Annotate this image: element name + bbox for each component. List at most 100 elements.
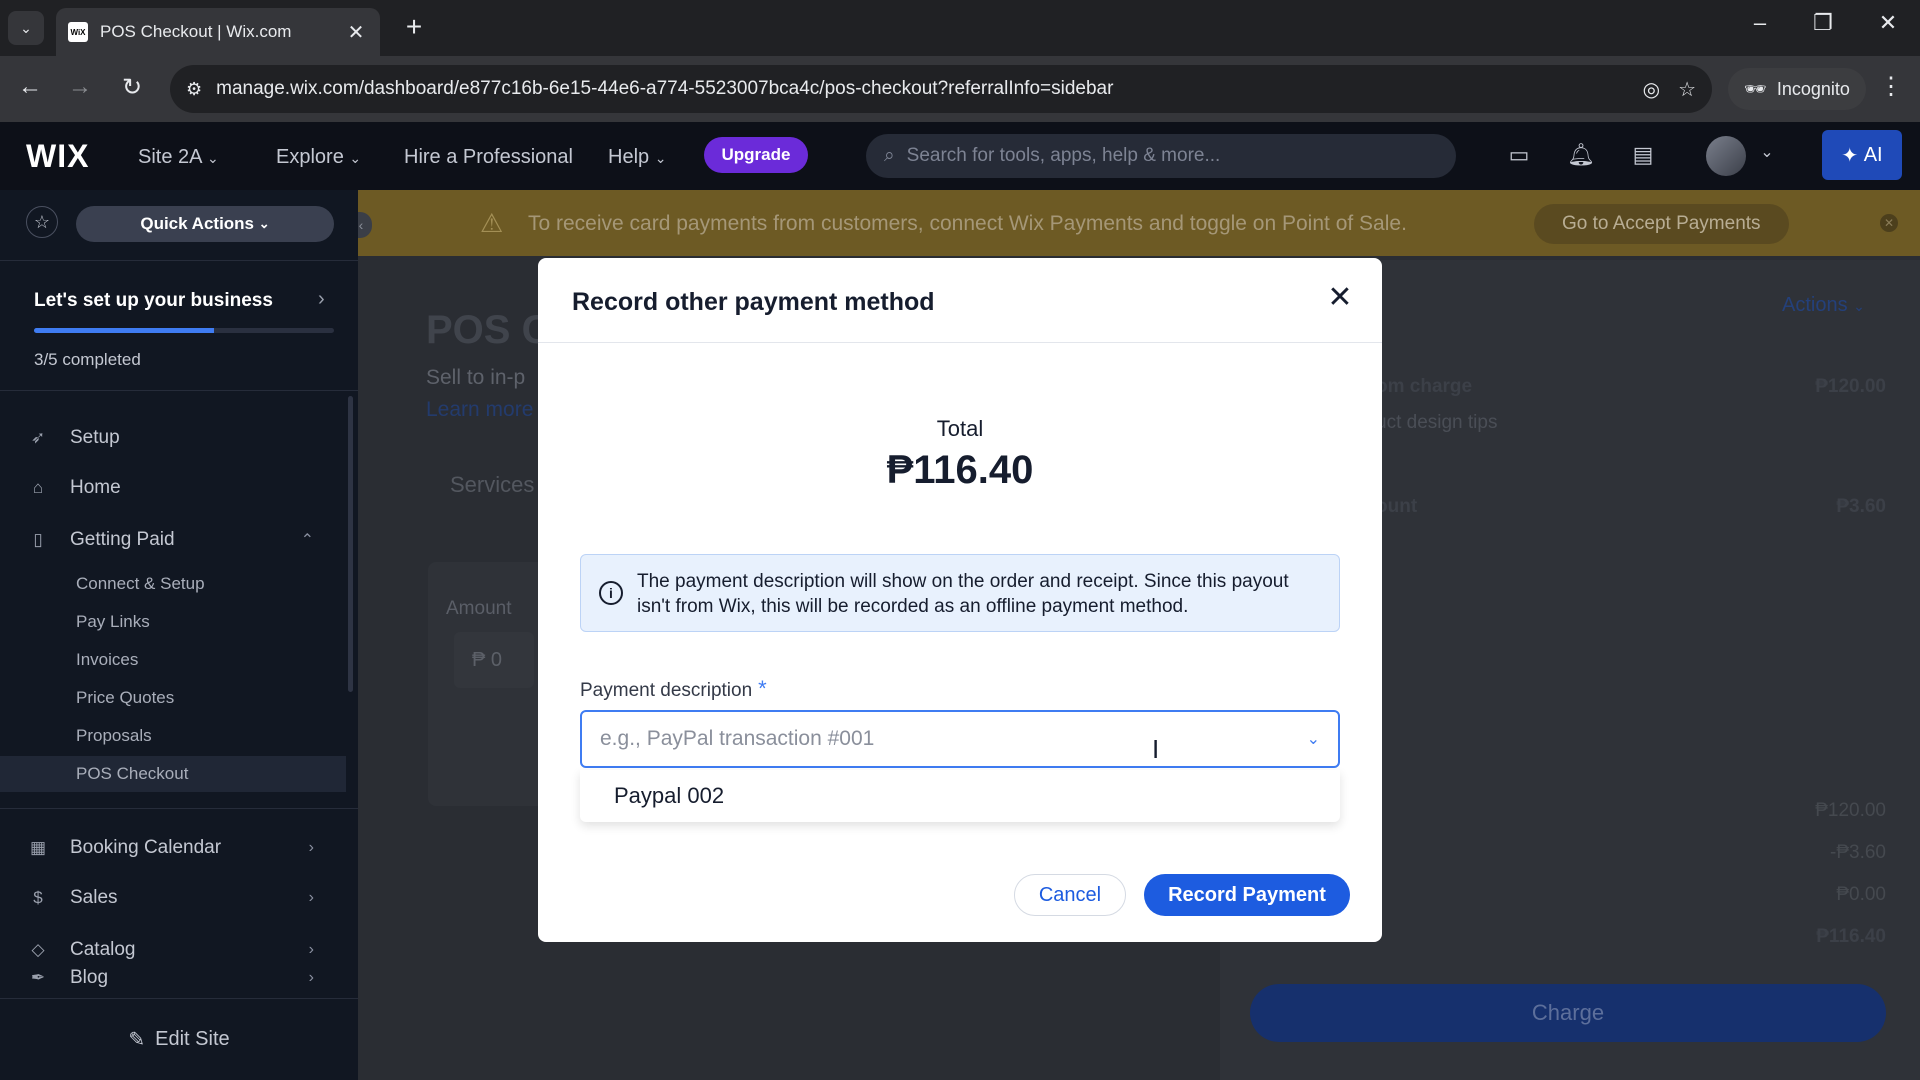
browser-tab[interactable]: WiX POS Checkout | Wix.com ✕ (56, 8, 380, 56)
learn-more-link[interactable]: Learn more (426, 398, 533, 422)
chevron-down-icon: ⌄ (349, 150, 362, 166)
chevron-down-icon: ⌄ (258, 216, 270, 231)
sidebar-item-booking-calendar[interactable]: ▦ Booking Calendar › (0, 826, 358, 870)
required-asterisk: * (758, 676, 767, 701)
chevron-down-icon: ⌄ (654, 150, 667, 166)
browser-menu-icon[interactable]: ⋮ (1876, 72, 1906, 101)
summary-total: ₱116.40 (1816, 926, 1886, 947)
account-chevron-down-icon[interactable]: ⌄ (1752, 142, 1782, 162)
actions-label: Actions (1782, 294, 1848, 316)
charge-button[interactable]: Charge (1250, 984, 1886, 1042)
avatar[interactable] (1706, 136, 1746, 176)
site-selector[interactable]: Site 2A ⌄ (138, 146, 219, 169)
explore-menu[interactable]: Explore ⌄ (276, 146, 361, 169)
sidebar-item-setup[interactable]: ➶ Setup (0, 416, 358, 460)
header-search-input[interactable]: ⌕ Search for tools, apps, help & more... (866, 134, 1456, 178)
sidebar-subitem-proposals[interactable]: Proposals (0, 718, 346, 754)
omnibox[interactable]: ⚙ manage.wix.com/dashboard/e877c16b-6e15… (170, 65, 1712, 113)
amount-input[interactable]: ₱ 0 (454, 632, 534, 688)
eye-off-icon[interactable]: ◎ (1643, 77, 1660, 102)
restore-icon[interactable]: ❐ (1803, 10, 1843, 36)
chevron-right-icon[interactable]: › (318, 288, 325, 311)
chevron-right-icon: › (308, 839, 314, 856)
chevron-down-icon: ⌄ (1853, 298, 1865, 314)
banner-close-icon[interactable]: ✕ (1880, 214, 1898, 232)
divider (0, 260, 358, 261)
star-icon[interactable]: ☆ (26, 206, 58, 238)
warning-icon: ⚠ (480, 208, 504, 238)
site-name: Site 2A (138, 146, 202, 168)
hire-professional-link[interactable]: Hire a Professional (404, 146, 573, 169)
home-icon: ⌂ (32, 478, 44, 497)
tab-close-icon[interactable]: ✕ (344, 20, 368, 45)
sidebar-item-blog[interactable]: ✒ Blog › (0, 956, 358, 1000)
url-text[interactable]: manage.wix.com/dashboard/e877c16b-6e15-4… (216, 78, 1624, 100)
bell-icon[interactable]: 🔔︎ (1566, 142, 1596, 168)
quick-actions-label: Quick Actions (140, 214, 255, 233)
help-label: Help (608, 146, 650, 168)
tab-search-chevron-icon[interactable]: ⌄ (8, 11, 44, 45)
divider (0, 390, 358, 391)
incognito-badge[interactable]: 🕶 Incognito (1728, 68, 1866, 110)
sidebar-subitem-pay-links[interactable]: Pay Links (0, 604, 346, 640)
ai-assistant-button[interactable]: ✦ AI (1822, 130, 1902, 180)
actions-menu[interactable]: Actions ⌄ (1782, 294, 1865, 317)
sidebar-item-sales[interactable]: $ Sales › (0, 876, 358, 920)
forward-arrow-icon[interactable]: → (64, 73, 96, 101)
news-icon[interactable]: ▤ (1628, 142, 1658, 168)
tab-services[interactable]: Services (450, 472, 534, 498)
help-menu[interactable]: Help ⌄ (608, 146, 666, 169)
sidebar-subitem-invoices[interactable]: Invoices (0, 642, 346, 678)
reload-icon[interactable]: ↻ (116, 73, 148, 102)
upgrade-button[interactable]: Upgrade (704, 137, 808, 173)
window-close-icon[interactable]: ✕ (1868, 10, 1908, 36)
discount-name: ount (1376, 496, 1418, 517)
calendar-icon: ▦ (29, 838, 47, 857)
edit-site-button[interactable]: ✎ Edit Site (0, 998, 358, 1080)
setup-title[interactable]: Let's set up your business (34, 290, 273, 312)
suggestion-option[interactable]: Paypal 002 (614, 783, 724, 809)
summary-tax: ₱0.00 (1836, 884, 1886, 905)
setup-progress-bar (34, 328, 334, 333)
sidebar-collapse-icon[interactable]: ‹ (358, 212, 372, 238)
cancel-button[interactable]: Cancel (1014, 874, 1126, 916)
dollar-circle-icon: $ (33, 888, 43, 907)
pen-nib-icon: ✒ (30, 968, 46, 987)
rocket-icon: ➶ (30, 428, 46, 447)
summary-discount: -₱3.60 (1830, 842, 1886, 863)
ai-label: AI (1863, 143, 1883, 166)
sidebar-subitem-pos-checkout[interactable]: POS Checkout (0, 756, 346, 792)
sidebar-subitem-price-quotes[interactable]: Price Quotes (0, 680, 346, 716)
site-info-icon[interactable]: ⚙ (186, 79, 202, 100)
sidebar: ☆ Quick Actions ⌄ Let's set up your busi… (0, 190, 358, 1080)
summary-subtotal: ₱120.00 (1815, 800, 1886, 821)
payment-description-field[interactable]: ⌄ (580, 710, 1340, 768)
bookmark-star-icon[interactable]: ☆ (1678, 77, 1696, 102)
wix-header: WIX Site 2A ⌄ Explore ⌄ Hire a Professio… (0, 122, 1920, 190)
go-to-accept-payments-button[interactable]: Go to Accept Payments (1534, 204, 1789, 244)
custom-charge-price: ₱120.00 (1815, 376, 1886, 397)
sidebar-item-label: Booking Calendar (70, 837, 222, 858)
chat-icon[interactable]: ▭ (1504, 142, 1534, 168)
minimize-icon[interactable]: – (1740, 10, 1780, 36)
quick-actions-button[interactable]: Quick Actions ⌄ (76, 206, 334, 242)
amount-label: Amount (446, 598, 512, 619)
payment-description-input[interactable] (600, 727, 1307, 751)
page-title: POS C (426, 308, 551, 352)
record-payment-button[interactable]: Record Payment (1144, 874, 1350, 916)
sidebar-scrollbar[interactable] (348, 396, 353, 692)
sidebar-subitem-connect-setup[interactable]: Connect & Setup (0, 566, 346, 602)
sidebar-item-home[interactable]: ⌂ Home (0, 466, 358, 510)
payment-description-label: Payment description * (580, 676, 767, 702)
new-tab-plus-icon[interactable]: + (398, 12, 430, 42)
back-arrow-icon[interactable]: ← (14, 73, 46, 101)
wix-favicon-icon: WiX (68, 22, 88, 42)
sidebar-item-getting-paid[interactable]: ▯ Getting Paid ⌃ (0, 518, 358, 562)
discount-price: ₱3.60 (1836, 496, 1886, 517)
chevron-up-icon: ⌃ (300, 532, 314, 549)
page-subtitle: Sell to in-p (426, 366, 526, 389)
close-icon[interactable]: ✕ (1322, 280, 1358, 316)
wix-logo[interactable]: WIX (26, 138, 89, 175)
chevron-down-icon[interactable]: ⌄ (1307, 729, 1320, 749)
custom-charge-name: om charge (1376, 376, 1473, 397)
